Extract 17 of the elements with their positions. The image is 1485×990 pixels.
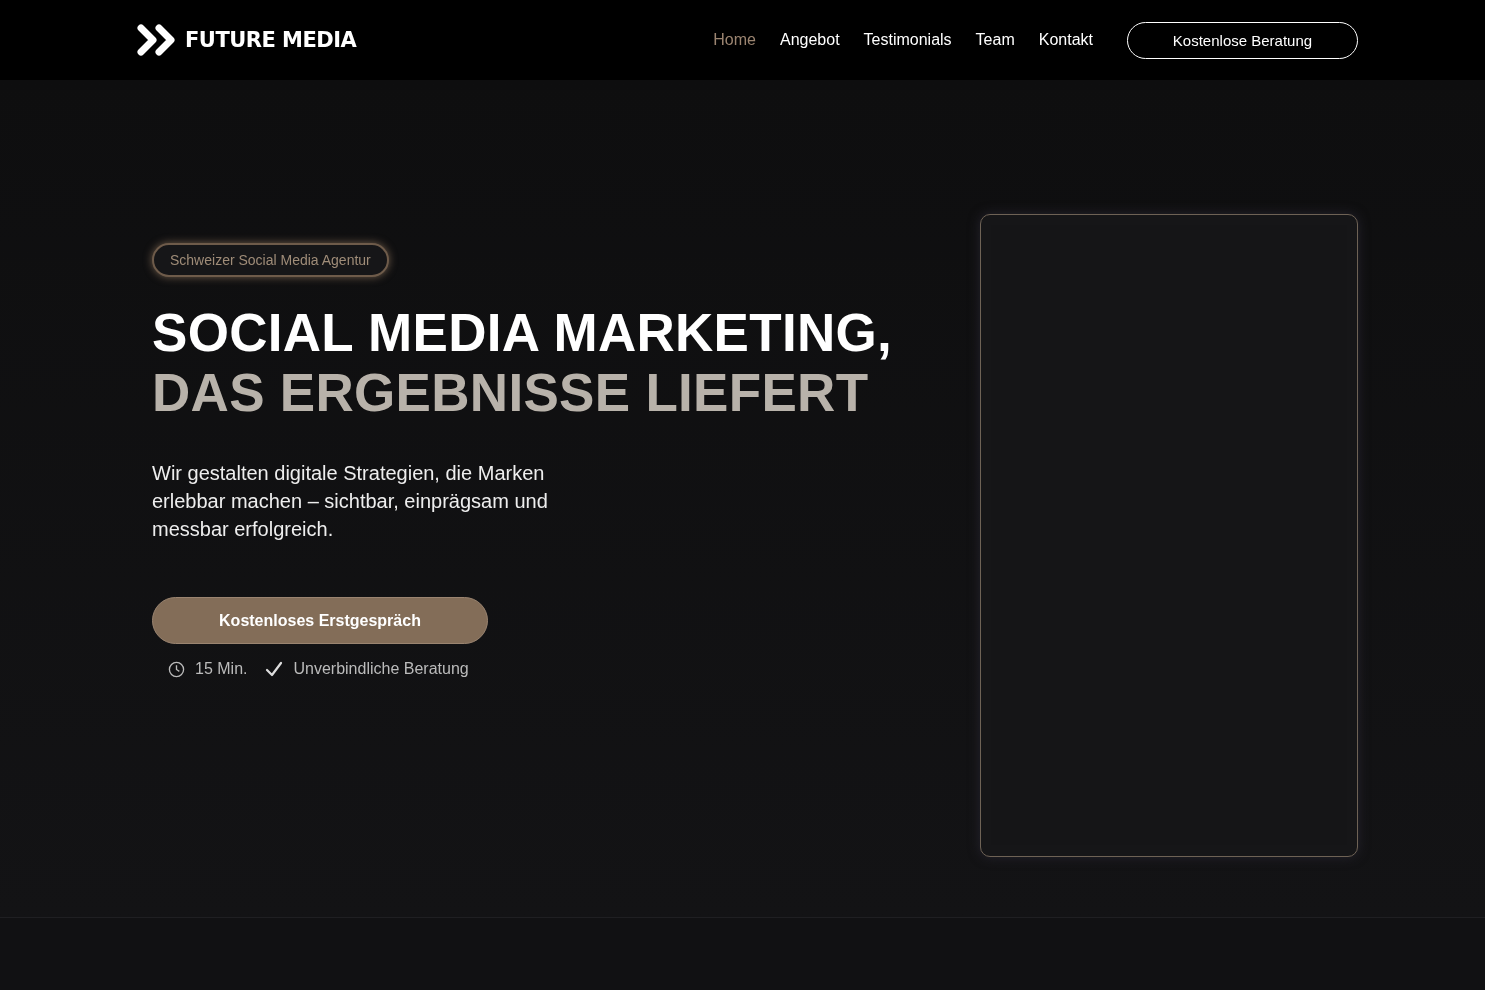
- feature-text: 15 Min.: [195, 660, 248, 678]
- appointment-button[interactable]: Kostenloses Erstgespräch: [152, 597, 488, 644]
- nav-link[interactable]: Testimonials: [863, 31, 952, 49]
- nav-link[interactable]: Angebot: [779, 31, 840, 49]
- hero-heading: SOCIAL MEDIA MARKETING,: [152, 303, 893, 363]
- nav-link[interactable]: Home: [713, 31, 756, 49]
- hero-description: Wir gestalten digitale Strategien, die Marken erlebbar machen – sichtbar, einprägsam und messbar erfolgreich.: [152, 461, 549, 542]
- logo-chevrons-icon: [137, 24, 177, 56]
- nav-link[interactable]: Kontakt: [1038, 31, 1093, 49]
- checkmark-icon: [265, 661, 284, 677]
- feature-text: Unverbindliche Beratung: [293, 660, 469, 678]
- nav-link[interactable]: Team: [975, 31, 1015, 49]
- clock-icon: [168, 660, 185, 678]
- agency-badge: Schweizer Social Media Agentur: [152, 243, 389, 277]
- consultation-button[interactable]: Kostenlose Beratung: [1127, 21, 1358, 59]
- logo-text: FUTURE MEDIA: [185, 28, 357, 52]
- hero-subheading: DAS ERGEBNISSE LIEFERT: [152, 363, 870, 423]
